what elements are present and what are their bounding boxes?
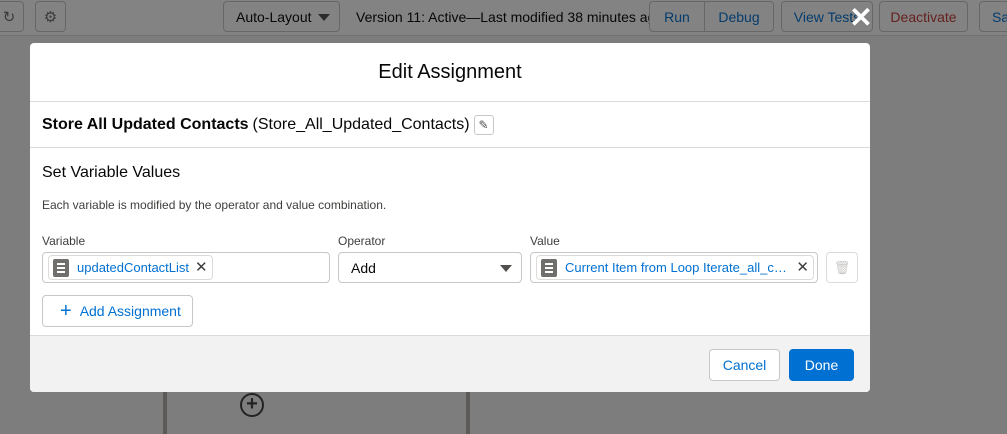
operator-label: Operator bbox=[338, 234, 386, 248]
value-field[interactable]: Current Item from Loop Iterate_all_con..… bbox=[530, 252, 818, 283]
operator-select[interactable]: Add bbox=[338, 252, 522, 283]
variable-label: Variable bbox=[42, 234, 86, 248]
section-title: Set Variable Values bbox=[42, 164, 181, 181]
value-label: Value bbox=[530, 234, 560, 248]
value-pill-text: Current Item from Loop Iterate_all_con..… bbox=[565, 260, 791, 275]
modal-header: Edit Assignment bbox=[30, 43, 870, 102]
remove-variable-icon[interactable]: ✕ bbox=[195, 260, 208, 275]
trash-icon: 🗑 bbox=[833, 259, 851, 275]
variable-pill-text: updatedContactList bbox=[77, 260, 190, 275]
remove-value-icon[interactable]: ✕ bbox=[796, 260, 809, 275]
modal-title: Edit Assignment bbox=[378, 60, 522, 83]
modal-body: Set Variable Values Each variable is mod… bbox=[30, 148, 870, 335]
value-pill: Current Item from Loop Iterate_all_con..… bbox=[536, 255, 814, 280]
edit-icon[interactable]: ✎ bbox=[473, 114, 494, 135]
collection-icon bbox=[541, 258, 557, 277]
section-description: Each variable is modified by the operato… bbox=[42, 198, 387, 212]
chevron-down-icon bbox=[500, 265, 512, 272]
operator-value: Add bbox=[351, 259, 376, 276]
add-icon: + bbox=[60, 300, 72, 322]
variable-pill: updatedContactList ✕ bbox=[48, 255, 213, 280]
done-button[interactable]: Done bbox=[789, 349, 854, 381]
element-label-row: Store All Updated Contacts (Store_All_Up… bbox=[30, 102, 870, 148]
element-label: Store All Updated Contacts bbox=[42, 115, 249, 133]
variable-field[interactable]: updatedContactList ✕ bbox=[42, 252, 330, 283]
close-icon[interactable]: ✕ bbox=[848, 4, 874, 32]
cancel-button[interactable]: Cancel bbox=[709, 349, 780, 381]
add-assignment-button[interactable]: + Add Assignment bbox=[42, 295, 193, 327]
add-assignment-label: Add Assignment bbox=[79, 303, 181, 319]
element-api-name: (Store_All_Updated_Contacts) bbox=[252, 115, 470, 133]
delete-row-button[interactable]: 🗑 bbox=[826, 252, 858, 283]
edit-assignment-modal: Edit Assignment Store All Updated Contac… bbox=[30, 43, 870, 392]
modal-footer: Cancel Done bbox=[30, 335, 870, 392]
collection-icon bbox=[53, 258, 69, 277]
